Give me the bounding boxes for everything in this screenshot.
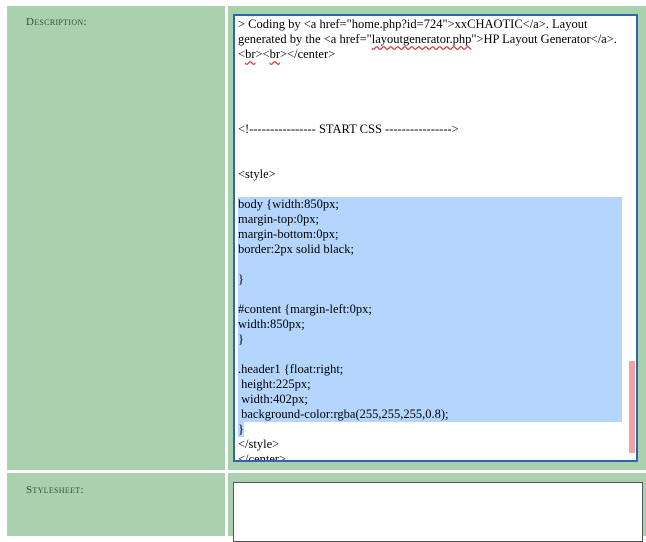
stylesheet-textarea[interactable] <box>233 482 643 542</box>
stylesheet-label-cell: Stylesheet: <box>7 473 225 536</box>
code-line: } <box>238 272 244 286</box>
scrollbar-thumb[interactable] <box>629 361 635 453</box>
description-field-cell: > Coding by <a href="home.php?id=724">xx… <box>228 6 646 470</box>
code-line-start-css: <!---------------- START CSS -----------… <box>238 122 459 136</box>
code-line-selected-end: } <box>238 422 244 437</box>
code-line-style-open: <style> <box>238 167 276 181</box>
code-line: body {width:850px; <box>238 197 339 211</box>
description-label-cell: Description: <box>7 6 225 470</box>
credits-text-b: ">HP Layout Generator</a>. <box>471 32 617 46</box>
credits-br-1: br <box>245 47 256 61</box>
code-line: border:2px solid black; <box>238 242 354 256</box>
code-line: .header1 {float:right; <box>238 362 344 376</box>
profile-form: Description: > Coding by <a href="home.p… <box>7 6 646 542</box>
code-line: } <box>238 332 244 346</box>
credits-text-c1: < <box>238 47 246 61</box>
credits-link-target: layoutgenerator.php <box>371 32 472 46</box>
credits-br-2: br <box>269 47 281 61</box>
stylesheet-label: Stylesheet: <box>26 484 84 496</box>
description-textarea[interactable]: > Coding by <a href="home.php?id=724">xx… <box>233 14 638 462</box>
credits-text-c2: >< <box>255 47 270 61</box>
code-line: margin-bottom:0px; <box>238 227 339 241</box>
selected-text-block: body {width:850px; margin-top:0px; margi… <box>238 197 622 422</box>
code-line-credits: > Coding by <a href="home.php?id=724">xx… <box>238 17 622 62</box>
code-line: background-color:rgba(255,255,255,0.8); <box>238 407 449 421</box>
code-line-style-close: </style> <box>238 437 280 451</box>
code-line: margin-top:0px; <box>238 212 320 226</box>
description-row: Description: > Coding by <a href="home.p… <box>7 6 646 470</box>
code-line: width:402px; <box>238 392 308 406</box>
stylesheet-field-cell <box>228 473 646 542</box>
code-line: width:850px; <box>238 317 305 331</box>
description-label: Description: <box>26 16 87 28</box>
code-line: height:225px; <box>238 377 311 391</box>
code-line-center-close: </center> <box>238 452 287 462</box>
description-code: > Coding by <a href="home.php?id=724">xx… <box>238 17 622 462</box>
credits-text-c3: ></center> <box>280 47 336 61</box>
code-line: #content {margin-left:0px; <box>238 302 372 316</box>
stylesheet-row: Stylesheet: <box>7 473 646 542</box>
